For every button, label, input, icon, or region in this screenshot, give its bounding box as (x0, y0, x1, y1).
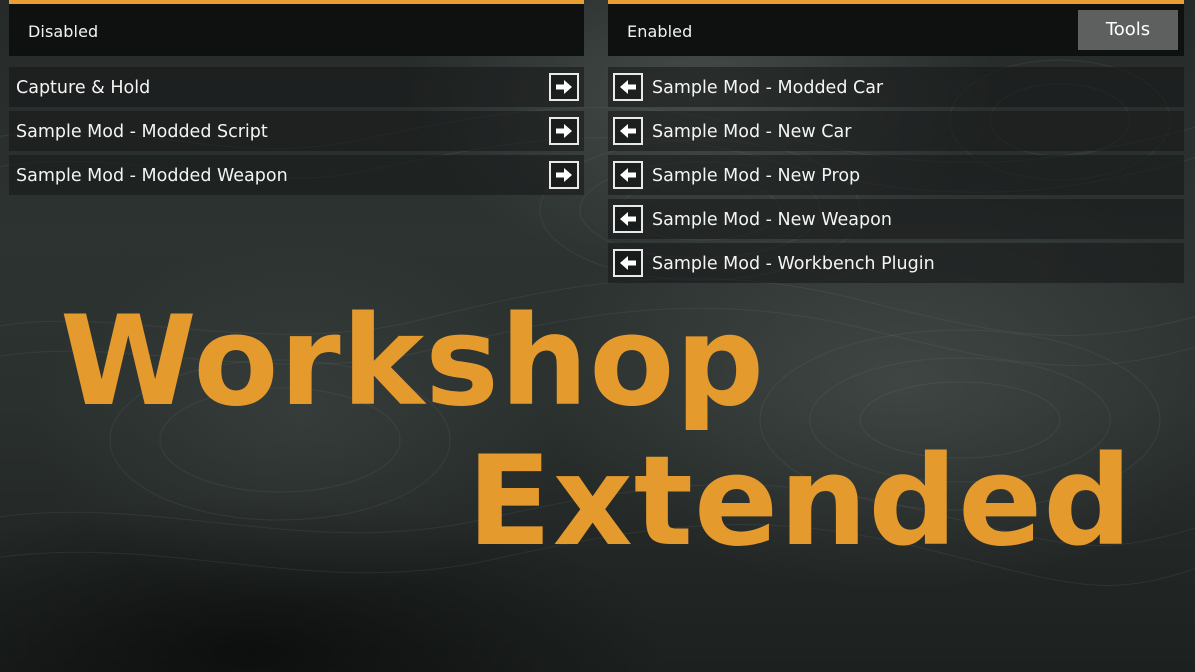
mod-label: Sample Mod - New Weapon (652, 210, 892, 230)
disable-mod-button[interactable] (613, 205, 643, 233)
arrow-left-icon (620, 212, 636, 226)
enable-mod-button[interactable] (549, 73, 579, 101)
mod-label: Capture & Hold (16, 78, 151, 98)
disable-mod-button[interactable] (613, 249, 643, 277)
enable-mod-button[interactable] (549, 161, 579, 189)
disabled-panel-title: Disabled (28, 22, 99, 41)
disabled-mod-row[interactable]: Sample Mod - Modded Weapon (9, 155, 584, 195)
disabled-mod-row[interactable]: Sample Mod - Modded Script (9, 111, 584, 151)
enabled-mod-row[interactable]: Sample Mod - Modded Car (608, 67, 1184, 107)
mod-label: Sample Mod - Modded Script (16, 122, 268, 142)
enabled-panel-header: Enabled Tools (608, 0, 1184, 56)
enabled-panel-title: Enabled (627, 22, 693, 41)
disable-mod-button[interactable] (613, 161, 643, 189)
enabled-mod-row[interactable]: Sample Mod - New Prop (608, 155, 1184, 195)
arrow-right-icon (556, 124, 572, 138)
enabled-mods-list: Sample Mod - Modded Car Sample Mod - New… (608, 67, 1184, 287)
banner-title-line2: Extended (467, 430, 1133, 574)
disabled-mods-panel: Disabled Capture & Hold Sample Mod - Mod… (9, 0, 584, 195)
mod-label: Sample Mod - New Car (652, 122, 852, 142)
disabled-mod-row[interactable]: Capture & Hold (9, 67, 584, 107)
disabled-mods-list: Capture & Hold Sample Mod - Modded Scrip… (9, 67, 584, 199)
arrow-left-icon (620, 256, 636, 270)
disabled-panel-header: Disabled (9, 0, 584, 56)
tools-button[interactable]: Tools (1078, 10, 1178, 50)
banner-title-line1: Workshop (60, 290, 766, 434)
disable-mod-button[interactable] (613, 73, 643, 101)
arrow-right-icon (556, 80, 572, 94)
arrow-left-icon (620, 80, 636, 94)
enable-mod-button[interactable] (549, 117, 579, 145)
arrow-right-icon (556, 168, 572, 182)
mod-label: Sample Mod - Modded Car (652, 78, 884, 98)
enabled-mod-row[interactable]: Sample Mod - New Weapon (608, 199, 1184, 239)
mod-label: Sample Mod - New Prop (652, 166, 861, 186)
enabled-mod-row[interactable]: Sample Mod - Workbench Plugin (608, 243, 1184, 283)
enabled-mod-row[interactable]: Sample Mod - New Car (608, 111, 1184, 151)
arrow-left-icon (620, 168, 636, 182)
mod-label: Sample Mod - Modded Weapon (16, 166, 288, 186)
disable-mod-button[interactable] (613, 117, 643, 145)
mod-label: Sample Mod - Workbench Plugin (652, 254, 935, 274)
arrow-left-icon (620, 124, 636, 138)
enabled-mods-panel: Enabled Tools Sample Mod - Modded Car Sa… (608, 0, 1184, 283)
